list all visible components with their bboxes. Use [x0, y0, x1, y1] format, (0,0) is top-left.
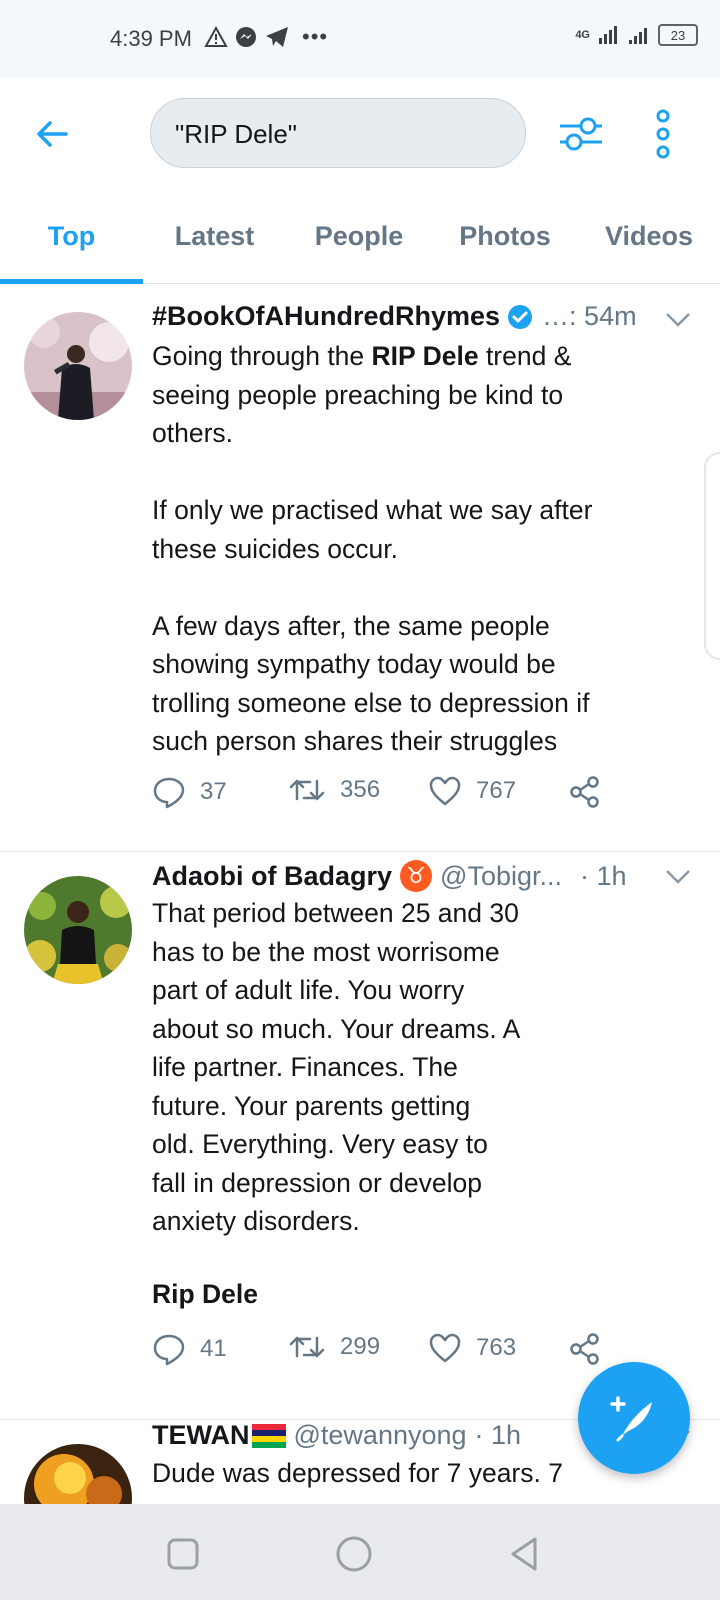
system-icons: 4G 23: [575, 24, 698, 46]
reply-count: 41: [200, 1335, 227, 1362]
tweet-timestamp: · 1h: [580, 860, 627, 891]
notification-icons: •••: [204, 24, 328, 50]
back-icon[interactable]: [505, 1534, 545, 1574]
user-handle[interactable]: @Tobigr...: [440, 861, 562, 892]
warning-icon: [204, 25, 228, 47]
compose-tweet-button[interactable]: [578, 1362, 690, 1474]
more-notifications-icon: •••: [302, 24, 329, 49]
signal-icon-2: [629, 28, 647, 44]
avatar[interactable]: [24, 1444, 132, 1504]
tab-top[interactable]: Top: [0, 188, 143, 284]
compose-feather-icon: [610, 1396, 652, 1442]
tweet-text: Going through the RIP Dele trend & seein…: [152, 337, 672, 761]
reply-count: 37: [200, 778, 227, 805]
reply-icon: [153, 1334, 185, 1366]
telegram-icon: [266, 27, 288, 47]
status-bar: 4:39 PM ••• 4G 23: [0, 0, 720, 78]
display-name[interactable]: #BookOfAHundredRhymes: [152, 301, 500, 332]
taurus-emoji: ♉: [400, 860, 433, 892]
like-button[interactable]: 767: [428, 775, 516, 807]
reply-button[interactable]: 41: [152, 1332, 227, 1366]
signal-icon: [599, 26, 617, 44]
share-icon: [570, 1333, 599, 1365]
back-arrow-icon[interactable]: [30, 112, 74, 156]
battery-icon: 23: [658, 24, 698, 46]
more-options-icon[interactable]: [648, 108, 678, 160]
like-count: 767: [476, 777, 517, 804]
reply-icon: [153, 777, 185, 809]
tweet-hashtag-line: Rip Dele: [152, 1279, 259, 1309]
avatar[interactable]: [24, 312, 132, 420]
tab-photos[interactable]: Photos: [432, 188, 578, 284]
heart-icon: [429, 776, 461, 806]
chevron-down-icon[interactable]: [664, 868, 692, 886]
tweet-text-rest: trend & seeing people preaching be kind …: [152, 341, 593, 756]
like-button[interactable]: 763: [428, 1332, 516, 1364]
tab-people[interactable]: People: [286, 188, 432, 284]
share-button[interactable]: [568, 775, 602, 809]
search-query: "RIP Dele": [175, 119, 298, 149]
retweet-button[interactable]: 299: [288, 1332, 380, 1362]
system-navigation-bar: [0, 1504, 720, 1600]
retweet-icon: [289, 779, 325, 801]
verified-badge-icon: [508, 304, 533, 329]
search-input[interactable]: "RIP Dele": [150, 98, 526, 168]
tweet-text-start: Going through the: [152, 341, 372, 371]
tweet-timestamp: · 1h: [474, 1420, 522, 1450]
search-header: "RIP Dele": [0, 78, 720, 188]
chevron-down-icon[interactable]: [664, 311, 692, 329]
tab-videos[interactable]: Videos: [578, 188, 720, 284]
tweet-actions: 41 299 763: [152, 1332, 632, 1372]
tweet-timestamp: …: 54m: [542, 301, 637, 331]
search-term-highlight: RIP Dele: [371, 341, 479, 371]
retweet-button[interactable]: 356: [288, 775, 380, 805]
like-count: 763: [476, 1334, 517, 1361]
tweet[interactable]: #BookOfAHundredRhymes …: 54m Going throu…: [0, 285, 720, 852]
network-type-label: 4G: [575, 29, 590, 41]
home-icon[interactable]: [334, 1534, 374, 1574]
tweet[interactable]: Adaobi of Badagry ♉ @Tobigr... · 1h That…: [0, 852, 720, 1420]
recent-apps-icon[interactable]: [163, 1534, 203, 1574]
user-handle[interactable]: @tewannyong: [294, 1420, 467, 1451]
tweet-text: That period between 25 and 30 has to be …: [152, 898, 521, 1236]
retweet-count: 299: [340, 1333, 381, 1360]
share-icon: [570, 776, 599, 808]
side-panel-handle[interactable]: [704, 452, 720, 660]
display-name[interactable]: TEWAN: [152, 1420, 250, 1451]
tweet-actions: 37 356 767: [152, 775, 632, 815]
tweet-text: Dude was depressed for 7 years. 7: [152, 1458, 563, 1488]
reply-button[interactable]: 37: [152, 775, 227, 809]
filter-icon[interactable]: [556, 112, 606, 156]
tab-latest[interactable]: Latest: [143, 188, 286, 284]
share-button[interactable]: [568, 1332, 602, 1366]
status-time: 4:39 PM: [110, 26, 192, 51]
retweet-count: 356: [340, 776, 381, 803]
heart-icon: [429, 1333, 461, 1363]
avatar[interactable]: [24, 876, 132, 984]
mauritius-flag-icon: [251, 1423, 286, 1448]
retweet-icon: [289, 1336, 325, 1358]
battery-level: 23: [670, 27, 686, 43]
search-tabs: Top Latest People Photos Videos: [0, 188, 720, 284]
tweet-header: Adaobi of Badagry ♉ @Tobigr... · 1h: [152, 860, 700, 892]
tweet-header: #BookOfAHundredRhymes …: 54m: [152, 301, 700, 332]
active-tab-indicator: [0, 279, 143, 284]
display-name[interactable]: Adaobi of Badagry: [152, 861, 392, 892]
messenger-icon: [236, 27, 256, 47]
